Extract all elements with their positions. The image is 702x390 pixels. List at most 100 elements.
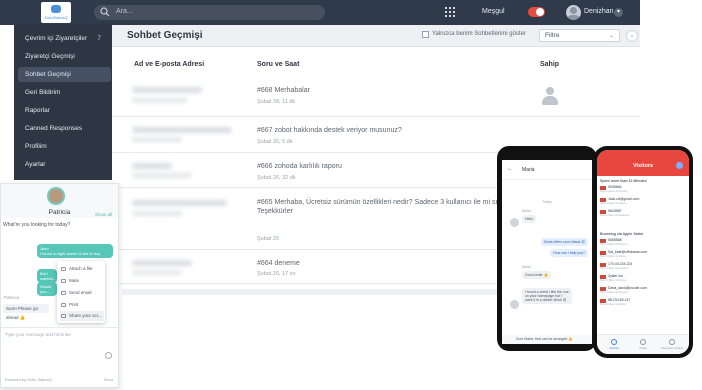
tab-visitors[interactable]: Visitors [599,339,629,350]
sidebar-item-canned-responses[interactable]: Canned Responses [18,121,111,136]
status-toggle[interactable] [528,7,545,17]
chat-question: #664 deneme [257,260,300,267]
incoming-message: I found a chest I like the one on your h… [522,288,572,304]
incoming-message: Good order 👍 [522,271,552,279]
filter-expand-icon[interactable]: ⌄ [626,30,638,42]
attach-icon[interactable] [105,352,112,359]
agent-label: Patricia [4,295,20,300]
visitor-item[interactable]: Zylker Inc https://zylker.com/home › [600,274,686,283]
android-phone: ← Maria Today Maria Hello Great offers s… [497,146,597,351]
sidebar-item-online-visitors[interactable]: Çevrim içi Ziyaretçiler 7 [18,31,111,46]
search-input[interactable]: Ara... [94,5,325,20]
message-sender: Maria [522,265,531,269]
visitor-message: Would you... [37,282,57,296]
show-all-link[interactable]: Show all [95,212,112,217]
blurred-email [132,211,182,216]
section-header: Spent more than 10 Minutes [600,179,647,183]
outgoing-message: Great offers soon Maria 😊 [540,238,588,246]
sidebar-item-reports[interactable]: Raporlar [18,103,111,118]
filter-value: Filtre [545,32,560,39]
logo-icon [51,5,61,13]
chevron-right-icon: › [683,252,684,256]
widget-question: What're you looking for today? [3,222,71,228]
ios-phone: Visitors Spent more than 10 Minutes 9045… [593,146,693,358]
add-icon[interactable] [676,162,683,169]
send-button[interactable]: Send [104,377,113,382]
search-placeholder: Ara... [116,8,133,15]
visitor-item[interactable]: 5655568 https://zylker.com/pricing › [600,238,686,247]
blurred-email [132,270,182,275]
chevron-right-icon: › [683,199,684,203]
outgoing-message: How can I help you? [550,249,588,257]
list-footer-bar [122,289,522,295]
column-header-name: Ad ve E-posta Adresi [134,61,205,68]
sidebar-item-feedback[interactable]: Geri Bildirim [18,85,111,100]
chevron-right-icon: › [683,300,684,304]
message-placeholder: Type your message and hit Enter [5,332,72,337]
chevron-right-icon: › [683,240,684,244]
chevron-right-icon: › [683,187,684,191]
search-icon [100,7,110,17]
agent-avatar [47,187,65,205]
column-header-question: Soru ve Saat [257,61,300,68]
menu-item-attach-file[interactable]: Attach a file [60,264,104,274]
chat-time: Şubat 20, 17 sn [257,271,296,277]
chat-app-bar: ← Maria [502,160,592,180]
mute-icon [61,279,66,283]
widget-footer: Powered by Zoho SalesIQ [5,377,52,382]
sidebar-item-settings[interactable]: Ayarlar [18,157,111,172]
menu-item-print[interactable]: Print [60,300,104,310]
visitor-item[interactable]: Jack.zd@gmail.com https://zylker.com/home… [600,197,686,206]
chat-time: Şubat 28, 11 dk [257,99,296,105]
tab-chats[interactable]: Chats [628,339,658,350]
message-input[interactable]: Type your message and hit Enter [1,327,118,373]
back-arrow-icon[interactable]: ← [507,166,513,172]
chat-question: #668 Merhabalar [257,87,310,94]
sidebar-item-chat-history[interactable]: Sohbet Geçmişi [18,67,111,82]
chat-question: #667 zobot hakkında destek veriyor musun… [257,127,402,134]
chevron-right-icon: › [683,264,684,268]
chat-question: #665 Merhaba, Ücretsiz sürümün özellikle… [257,199,514,215]
chevron-down-icon[interactable]: ▾ [614,8,623,17]
agent-message: Sure! Please go ahead 👍 [3,304,49,320]
visitor-message: Jean I found a night stand i'd like to b… [37,244,113,258]
visitor-item[interactable]: 88.234.65.147 https://zylker.com/home › [600,298,686,307]
android-chat-screen: ← Maria Today Maria Hello Great offers s… [502,160,592,344]
attachment-menu: Attach a file Mute Send email Print Shar… [57,261,105,323]
attach-icon [61,267,66,271]
chevron-down-icon: ⌄ [608,33,614,39]
visitor-item[interactable]: Sal_kate@offslowas.com https://zylker.com… [600,250,686,259]
only-mine-checkbox[interactable] [422,31,429,38]
toggle-knob [536,8,544,16]
table-row[interactable]: #668 Merhabalar Şubat 28, 11 dk [112,75,640,117]
logo-text: ZohoSalesIQ [44,15,68,20]
section-header: Browsing via Apple Safari [600,232,644,236]
filter-dropdown[interactable]: Filtre ⌄ [539,29,620,42]
visitor-item[interactable]: 170.40.234.224 https://zylker.com/contact… [600,262,686,271]
sidebar-item-profile[interactable]: Profilim [18,139,111,154]
tab-operators[interactable]: Operators Online [657,339,687,350]
visitor-item[interactable]: 9045664 https://zylker.com/pricing › [600,185,686,194]
menu-item-send-email[interactable]: Send email [60,288,104,298]
visitor-item[interactable]: Dana_david@zoolie.com https://zylker.com/… [600,286,686,295]
page-header: Sohbet Geçmişi Yalnızca benim Sohbetleri… [112,25,640,47]
menu-item-mute[interactable]: Mute [60,276,104,286]
chat-question: #666 zohoda karlılık raporu [257,163,342,170]
chat-widget: Patricia Show all What're you looking fo… [0,183,119,388]
compose-message[interactable]: Sure Maria, that can be arranged 👍 [502,335,592,344]
visitors-header: Visitors [597,150,689,176]
app-logo[interactable]: ZohoSalesIQ [41,2,71,23]
apps-grid-icon[interactable] [445,7,455,17]
visitor-item[interactable]: 9643987 https://zylker.com/features › [600,209,686,218]
user-avatar[interactable] [566,5,581,20]
sidebar-item-visitor-history[interactable]: Ziyaretçi Geçmişi [18,49,111,64]
menu-item-share-screen[interactable]: Share your scr... [60,311,104,321]
visitors-icon [611,339,617,345]
visitor-message: But I wanted... [37,269,57,283]
chat-contact-name: Maria [522,167,535,173]
user-name[interactable]: Denizhan [584,8,614,15]
contact-avatar [510,218,519,227]
visitor-count-badge: 7 [97,35,101,42]
blurred-email [132,98,187,103]
page-title: Sohbet Geçmişi [127,30,203,41]
